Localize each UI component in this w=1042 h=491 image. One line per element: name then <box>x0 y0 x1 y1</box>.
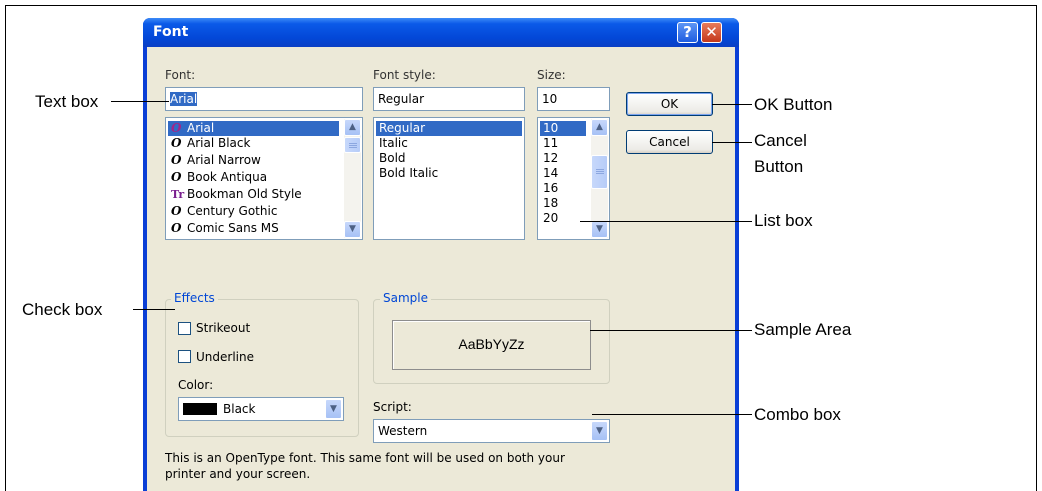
chevron-down-icon[interactable]: ▼ <box>325 399 342 419</box>
opentype-icon: O <box>171 170 182 184</box>
sample-area: AaBbYyZz <box>392 320 591 370</box>
script-label: Script: <box>373 400 412 414</box>
color-label: Color: <box>178 378 214 392</box>
font-style-input[interactable]: Regular <box>373 87 525 111</box>
style-list-item[interactable]: Bold Italic <box>376 166 438 181</box>
chevron-down-icon[interactable]: ▼ <box>591 421 608 441</box>
callout-line <box>712 142 752 143</box>
callout-line <box>580 221 752 222</box>
color-combo[interactable]: Black ▼ <box>178 397 344 421</box>
font-style-label: Font style: <box>373 68 436 82</box>
scroll-thumb[interactable] <box>344 137 361 153</box>
font-info-text: printer and your screen. <box>165 467 311 481</box>
opentype-icon: O <box>171 136 182 150</box>
close-icon: ✕ <box>705 23 718 41</box>
style-list-item[interactable]: Italic <box>376 136 408 151</box>
color-value: Black <box>223 402 256 416</box>
scroll-thumb[interactable] <box>591 155 608 189</box>
cancel-button[interactable]: Cancel <box>626 130 713 154</box>
opentype-icon: O <box>171 221 182 235</box>
size-list-item[interactable]: 10 <box>540 121 586 136</box>
callout-line <box>590 330 752 331</box>
sample-area-callout: Sample Area <box>754 320 852 339</box>
scroll-up-icon[interactable]: ▲ <box>591 119 608 136</box>
callout-line <box>592 414 752 415</box>
font-list-item[interactable]: O Arial <box>168 121 339 136</box>
font-style-list[interactable]: Regular Italic Bold Bold Italic <box>373 117 525 240</box>
size-list-item[interactable]: 16 <box>540 181 558 196</box>
font-style-value: Regular <box>378 92 425 106</box>
callout-line <box>133 309 175 310</box>
text-box-callout: Text box <box>35 92 99 111</box>
font-list-item[interactable]: O Arial Black <box>168 136 250 151</box>
close-button[interactable]: ✕ <box>701 22 722 43</box>
font-size-input[interactable]: 10 <box>537 87 610 111</box>
opentype-icon: O <box>171 204 182 218</box>
font-name-value: Arial <box>170 92 198 106</box>
callout-line <box>712 104 752 105</box>
opentype-icon: O <box>171 153 182 167</box>
font-label: Font: <box>165 68 196 82</box>
font-list[interactable]: O Arial O Arial Black O Arial Narrow O Book … <box>165 117 363 240</box>
sample-text: AaBbYyZz <box>458 336 525 352</box>
list-box-callout: List box <box>754 211 813 230</box>
underline-checkbox[interactable] <box>178 350 191 363</box>
script-combo[interactable]: Western ▼ <box>373 419 610 443</box>
ok-button-callout: OK Button <box>754 95 833 114</box>
size-list-item[interactable]: 14 <box>540 166 558 181</box>
underline-label: Underline <box>196 350 254 364</box>
cancel-button-callout: Cancel <box>754 131 807 150</box>
help-icon: ? <box>683 23 692 41</box>
font-list-item[interactable]: O Century Gothic <box>168 204 277 219</box>
font-info-text: This is an OpenType font. This same font… <box>165 451 565 465</box>
color-swatch <box>183 403 217 415</box>
font-list-item[interactable]: O Comic Sans MS <box>168 221 279 236</box>
cancel-button-callout: Button <box>754 157 804 176</box>
font-name-input[interactable]: Arial <box>165 87 363 111</box>
strikeout-checkbox[interactable] <box>178 322 191 335</box>
size-list-item[interactable]: 11 <box>540 136 558 151</box>
combo-box-callout: Combo box <box>754 405 841 424</box>
callout-line <box>111 101 169 102</box>
style-list-item[interactable]: Regular <box>376 121 522 136</box>
style-list-item[interactable]: Bold <box>376 151 406 166</box>
truetype-icon: Tr <box>171 188 185 201</box>
effects-group-title: Effects <box>171 291 218 305</box>
scroll-up-icon[interactable]: ▲ <box>344 119 361 136</box>
opentype-icon: O <box>171 121 182 135</box>
size-list-item[interactable]: 20 <box>540 211 558 226</box>
scroll-down-icon[interactable]: ▼ <box>344 221 361 238</box>
script-value: Western <box>378 424 428 438</box>
font-list-item[interactable]: Tr Bookman Old Style <box>168 187 302 202</box>
font-list-item[interactable]: O Book Antiqua <box>168 170 267 185</box>
font-dialog: Font ? ✕ Font: Font style: Size: Arial R… <box>143 18 739 491</box>
ok-button[interactable]: OK <box>626 92 713 116</box>
size-label: Size: <box>537 68 566 82</box>
sample-group-title: Sample <box>380 291 431 305</box>
title-bar: Font ? ✕ <box>143 18 739 47</box>
check-box-callout: Check box <box>22 300 103 319</box>
font-size-value: 10 <box>542 92 558 106</box>
dialog-title: Font <box>153 24 189 40</box>
help-button[interactable]: ? <box>677 22 698 43</box>
size-list-item[interactable]: 18 <box>540 196 558 211</box>
size-list-item[interactable]: 12 <box>540 151 558 166</box>
font-list-scrollbar[interactable]: ▲ ▼ <box>344 119 361 238</box>
font-list-item[interactable]: O Arial Narrow <box>168 153 261 168</box>
strikeout-label: Strikeout <box>196 321 251 335</box>
scroll-down-icon[interactable]: ▼ <box>591 221 608 238</box>
dialog-client: Font: Font style: Size: Arial Regular 10… <box>147 47 735 491</box>
